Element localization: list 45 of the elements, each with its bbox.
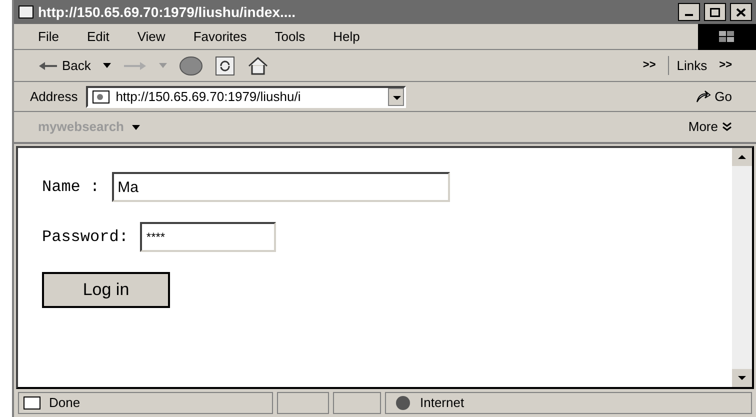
menu-item[interactable]: Edit: [86, 26, 110, 46]
menu-item[interactable]: Tools: [274, 26, 306, 46]
page-icon: [92, 88, 112, 104]
chevron[interactable]: >>: [642, 57, 656, 74]
dropdown-arrow-icon: [102, 63, 111, 68]
password-label: Password:: [42, 227, 128, 248]
menu-item[interactable]: View: [137, 26, 166, 46]
refresh-icon[interactable]: [214, 56, 235, 76]
dropdown-arrow-icon: [132, 124, 140, 130]
menu-item[interactable]: Help: [333, 26, 360, 46]
password-field[interactable]: ****: [140, 222, 276, 252]
page-icon: [23, 396, 41, 410]
address-field[interactable]: http://150.65.69.70:1979/liushu/i: [86, 86, 406, 108]
minimize-icon: [685, 14, 693, 16]
scrollbar[interactable]: [732, 148, 752, 387]
login-button[interactable]: Log in: [42, 272, 170, 308]
page-icon: [18, 5, 34, 19]
dropdown-arrow-icon: [158, 63, 167, 68]
chevron[interactable]: >>: [719, 57, 732, 74]
status-text: Done: [49, 394, 80, 412]
status-panel: [333, 392, 381, 414]
stop-icon[interactable]: [178, 56, 203, 76]
double-chevron-icon: [722, 122, 732, 132]
close-icon: [736, 8, 746, 16]
menu-item[interactable]: File: [38, 26, 59, 46]
window-title: http://150.65.69.70:1979/liushu/index....: [38, 2, 297, 22]
back-button[interactable]: Back: [38, 56, 91, 76]
maximize-button[interactable]: [704, 3, 726, 21]
left-arrow-icon: [38, 60, 58, 70]
name-field[interactable]: Ma: [112, 172, 450, 202]
name-label: Name :: [42, 177, 100, 198]
more-button[interactable]: More: [688, 117, 718, 137]
menu-item[interactable]: Favorites: [193, 26, 247, 46]
go-arrow-icon: [694, 90, 711, 104]
minimize-button[interactable]: [678, 3, 700, 21]
globe-icon: [394, 395, 412, 411]
close-button[interactable]: [730, 3, 752, 21]
address-label: Address: [30, 88, 78, 106]
zone-text: Internet: [420, 394, 464, 412]
go-button[interactable]: Go: [694, 86, 740, 106]
status-panel: [277, 392, 329, 414]
links-label[interactable]: Links: [668, 56, 708, 76]
windows-logo-icon: [719, 30, 735, 42]
home-icon[interactable]: [246, 56, 269, 76]
maximize-icon: [710, 8, 720, 16]
